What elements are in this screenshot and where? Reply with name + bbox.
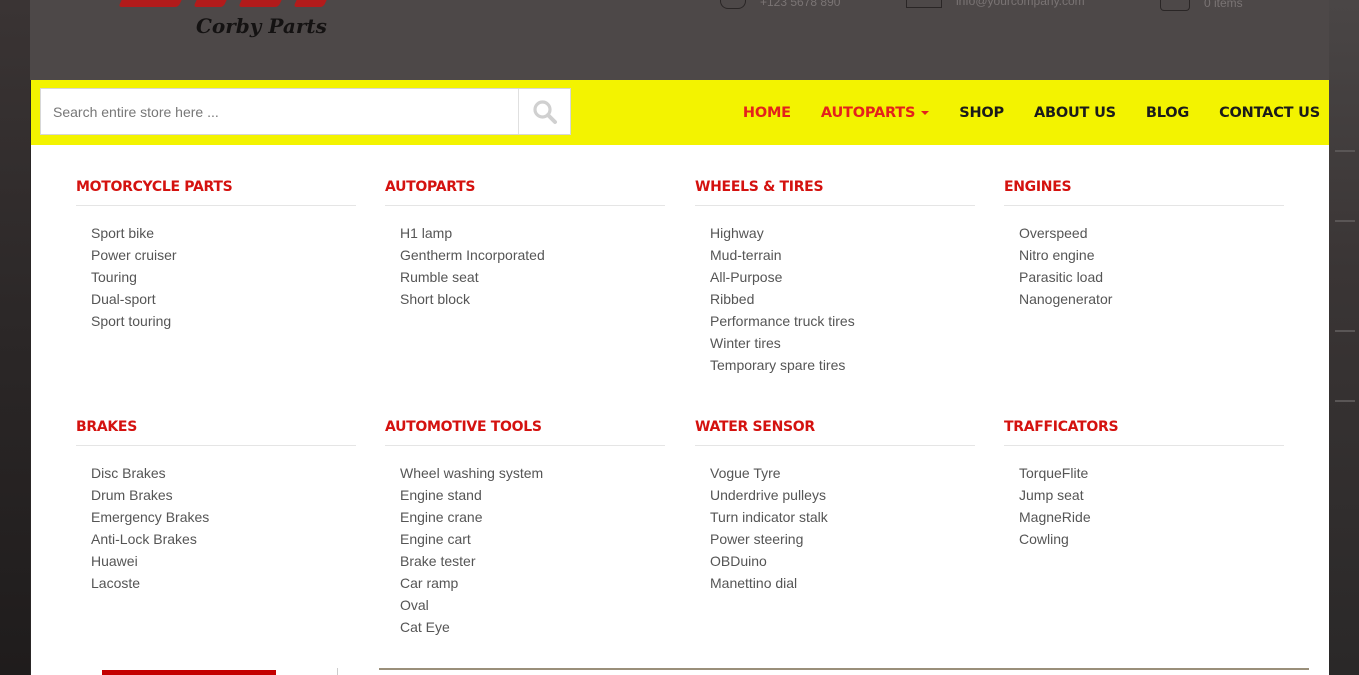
menu-link[interactable]: Sport bike [91, 222, 356, 244]
menu-link[interactable]: Sport touring [91, 310, 356, 332]
menu-link[interactable]: Huawei [91, 550, 356, 572]
menu-link[interactable]: Brake tester [400, 550, 665, 572]
header-cart[interactable]: 0 items [1160, 0, 1243, 11]
cart-icon [1160, 0, 1190, 11]
menu-link[interactable]: Anti-Lock Brakes [91, 528, 356, 550]
menu-link[interactable]: Mud-terrain [710, 244, 975, 266]
menu-link[interactable]: Power steering [710, 528, 975, 550]
menu-link[interactable]: Jump seat [1019, 484, 1284, 506]
search-box [40, 88, 571, 135]
menu-link[interactable]: Engine cart [400, 528, 665, 550]
brand-subtitle[interactable]: Corby Parts [196, 14, 327, 38]
search-icon [533, 100, 557, 124]
banner-edge [379, 668, 1309, 670]
menu-column-trafficators: TRAFFICATORS TorqueFlite Jump seat Magne… [1004, 419, 1284, 550]
menu-column-wheels-tires: WHEELS & TIRES Highway Mud-terrain All-P… [695, 179, 975, 376]
menu-link[interactable]: OBDuino [710, 550, 975, 572]
menu-link[interactable]: Nitro engine [1019, 244, 1284, 266]
caret-down-icon [921, 110, 930, 115]
menu-link[interactable]: Wheel washing system [400, 462, 665, 484]
header-phone[interactable]: +123 5678 890 [720, 0, 840, 9]
menu-column-automotive-tools: AUTOMOTIVE TOOLS Wheel washing system En… [385, 419, 665, 638]
menu-link[interactable]: Lacoste [91, 572, 356, 594]
nav-autoparts-label: AUTOPARTS [820, 104, 916, 121]
menu-link[interactable]: Emergency Brakes [91, 506, 356, 528]
menu-link[interactable]: Highway [710, 222, 975, 244]
cart-text: 0 items [1204, 0, 1243, 10]
menu-link[interactable]: Overspeed [1019, 222, 1284, 244]
menu-link[interactable]: Nanogenerator [1019, 288, 1284, 310]
menu-link[interactable]: Rumble seat [400, 266, 665, 288]
site-header: Corby Parts +123 5678 890 info@yourcompa… [30, 0, 1329, 80]
menu-link[interactable]: Touring [91, 266, 356, 288]
autoparts-mega-menu: MOTORCYCLE PARTS Sport bike Power cruise… [31, 145, 1329, 668]
menu-link[interactable]: Short block [400, 288, 665, 310]
brand-logo-mark[interactable] [70, 0, 330, 10]
menu-column-title[interactable]: BRAKES [76, 419, 356, 446]
menu-link[interactable]: Cowling [1019, 528, 1284, 550]
page-background-left [0, 0, 30, 675]
menu-column-title[interactable]: ENGINES [1004, 179, 1284, 206]
nav-home[interactable]: HOME [743, 105, 791, 121]
divider [337, 668, 338, 675]
menu-column-title[interactable]: AUTOMOTIVE TOOLS [385, 419, 665, 446]
content-below-menu [31, 668, 1329, 675]
menu-link[interactable]: Performance truck tires [710, 310, 975, 332]
menu-link[interactable]: Cat Eye [400, 616, 665, 638]
menu-link[interactable]: Drum Brakes [91, 484, 356, 506]
menu-link[interactable]: All-Purpose [710, 266, 975, 288]
menu-link[interactable]: Car ramp [400, 572, 665, 594]
menu-column-water-sensor: WATER SENSOR Vogue Tyre Underdrive pulle… [695, 419, 975, 594]
main-menu: HOME AUTOPARTS SHOP ABOUT US BLOG CONTAC… [743, 80, 1320, 145]
menu-column-autoparts: AUTOPARTS H1 lamp Gentherm Incorporated … [385, 179, 665, 310]
menu-link[interactable]: H1 lamp [400, 222, 665, 244]
email-text: info@yourcompany.com [956, 0, 1085, 8]
menu-link[interactable]: Manettino dial [710, 572, 975, 594]
menu-link[interactable]: Engine stand [400, 484, 665, 506]
menu-link[interactable]: Vogue Tyre [710, 462, 975, 484]
menu-column-engines: ENGINES Overspeed Nitro engine Parasitic… [1004, 179, 1284, 310]
menu-column-motorcycle-parts: MOTORCYCLE PARTS Sport bike Power cruise… [76, 179, 356, 332]
phone-icon [720, 0, 746, 9]
menu-link[interactable]: MagneRide [1019, 506, 1284, 528]
menu-column-title[interactable]: MOTORCYCLE PARTS [76, 179, 356, 206]
menu-link[interactable]: Turn indicator stalk [710, 506, 975, 528]
main-navbar: HOME AUTOPARTS SHOP ABOUT US BLOG CONTAC… [31, 80, 1329, 145]
menu-link[interactable]: Ribbed [710, 288, 975, 310]
menu-link[interactable]: Oval [400, 594, 665, 616]
search-input[interactable] [41, 89, 521, 134]
menu-column-title[interactable]: WATER SENSOR [695, 419, 975, 446]
menu-link[interactable]: Temporary spare tires [710, 354, 975, 376]
page-background-right [1329, 0, 1359, 675]
menu-column-title[interactable]: WHEELS & TIRES [695, 179, 975, 206]
nav-contact-us[interactable]: CONTACT US [1219, 105, 1320, 121]
menu-link[interactable]: Parasitic load [1019, 266, 1284, 288]
nav-autoparts[interactable]: AUTOPARTS [820, 104, 930, 121]
menu-link[interactable]: Underdrive pulleys [710, 484, 975, 506]
header-email[interactable]: info@yourcompany.com [906, 0, 1085, 8]
menu-column-title[interactable]: AUTOPARTS [385, 179, 665, 206]
menu-link[interactable]: TorqueFlite [1019, 462, 1284, 484]
menu-link[interactable]: Dual-sport [91, 288, 356, 310]
category-header-bar [102, 670, 276, 675]
menu-link[interactable]: Disc Brakes [91, 462, 356, 484]
menu-link[interactable]: Engine crane [400, 506, 665, 528]
nav-blog[interactable]: BLOG [1146, 105, 1189, 121]
menu-column-brakes: BRAKES Disc Brakes Drum Brakes Emergency… [76, 419, 356, 594]
menu-link[interactable]: Winter tires [710, 332, 975, 354]
menu-link[interactable]: Gentherm Incorporated [400, 244, 665, 266]
nav-about-us[interactable]: ABOUT US [1034, 105, 1116, 121]
envelope-icon [906, 0, 942, 8]
search-button[interactable] [518, 89, 570, 134]
menu-link[interactable]: Power cruiser [91, 244, 356, 266]
menu-column-title[interactable]: TRAFFICATORS [1004, 419, 1284, 446]
nav-shop[interactable]: SHOP [959, 105, 1004, 121]
phone-text: +123 5678 890 [760, 0, 841, 9]
